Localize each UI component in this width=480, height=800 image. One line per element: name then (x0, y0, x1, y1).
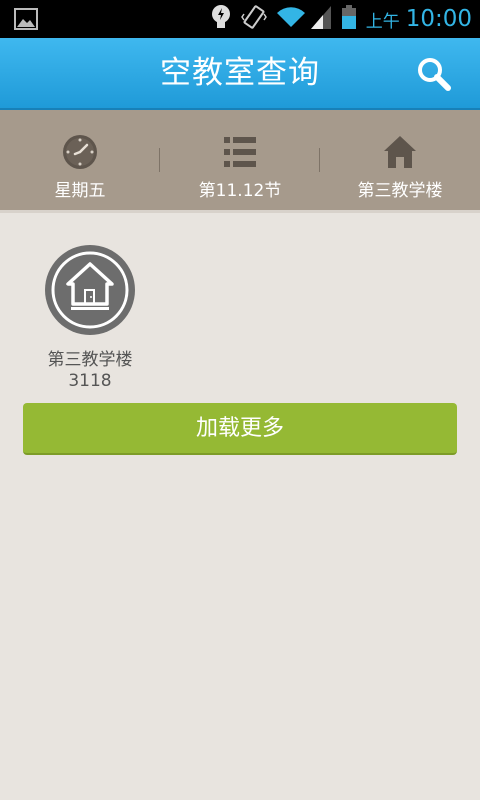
signal-icon (310, 4, 332, 34)
clock-icon (62, 134, 98, 170)
room-label: 第三教学楼3118 (47, 350, 133, 391)
gallery-icon (14, 8, 38, 34)
search-icon[interactable] (416, 56, 452, 92)
wifi-icon (276, 5, 306, 33)
filter-day[interactable]: 星期五 (0, 110, 160, 210)
load-more-button[interactable]: 加载更多 (23, 403, 457, 455)
filter-day-label: 星期五 (54, 181, 106, 201)
filter-building-label: 第三教学楼 (357, 181, 443, 201)
title-bar: 空教室查询 (0, 38, 480, 110)
status-time: 10:00 (405, 6, 472, 32)
bulb-icon (210, 4, 232, 34)
filter-building[interactable]: 第三教学楼 (320, 110, 480, 210)
page-title: 空教室查询 (160, 55, 320, 91)
status-ampm: 上午 (365, 11, 400, 32)
house-icon (382, 134, 418, 170)
filter-period-label: 第11.12节 (198, 181, 282, 201)
status-bar: 上午 10:00 (0, 0, 480, 38)
list-icon (222, 134, 258, 170)
filter-period[interactable]: 第11.12节 (160, 110, 320, 210)
filter-bar: 星期五 第11.12节 第三教学楼 (0, 110, 480, 213)
house-icon (44, 244, 136, 336)
vibrate-icon (240, 4, 267, 34)
battery-icon (341, 4, 357, 34)
